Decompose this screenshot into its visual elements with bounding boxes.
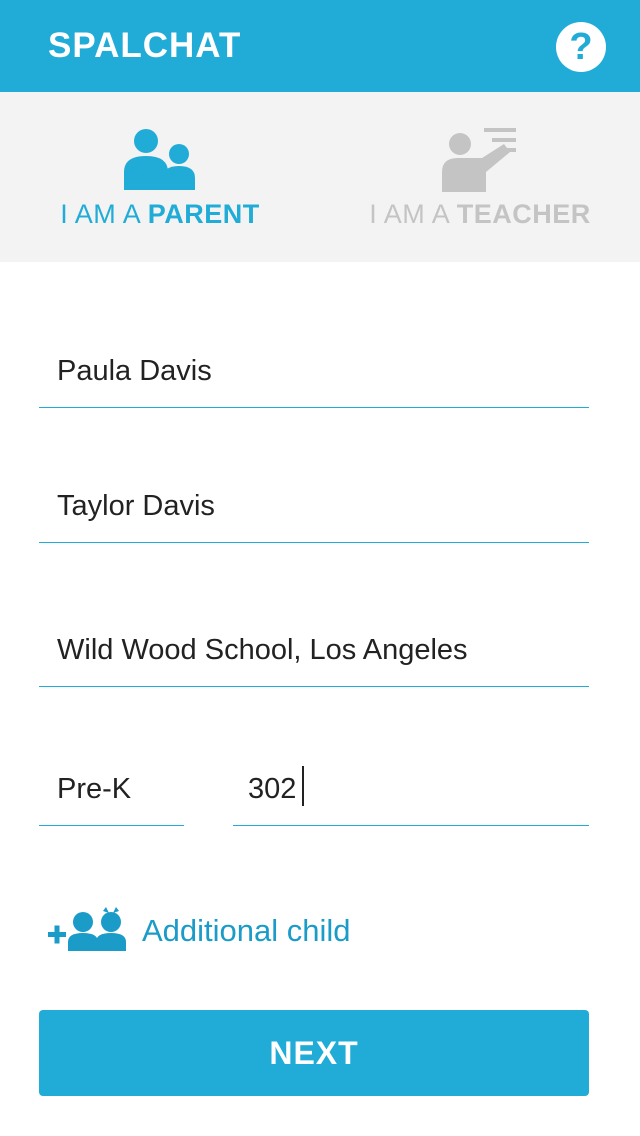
teacher-board-icon (320, 128, 640, 192)
teacher-role-prefix: I AM A (369, 199, 457, 229)
signup-screen: SPALCHAT ? I AM A PARENT I AM A TEACHER … (0, 0, 640, 1136)
parent-name-field[interactable] (57, 353, 585, 389)
next-button[interactable]: NEXT (39, 1010, 589, 1096)
parent-role-label: I AM A PARENT (0, 198, 320, 230)
parent-role-tab[interactable]: I AM A PARENT (0, 92, 320, 262)
app-title: SPALCHAT (48, 26, 242, 65)
teacher-role-tab[interactable]: I AM A TEACHER (320, 92, 640, 262)
teacher-role-bold: TEACHER (456, 199, 591, 229)
parent-role-bold: PARENT (147, 199, 260, 229)
question-circle-icon: ? (569, 26, 593, 68)
child-name-field[interactable] (57, 488, 585, 524)
classroom-field-container (233, 748, 589, 826)
add-children-icon (46, 907, 128, 956)
grade-field-container (39, 748, 184, 826)
school-field[interactable] (57, 632, 585, 668)
additional-child-button[interactable]: Additional child (46, 903, 376, 959)
child-name-field-container (39, 466, 589, 543)
parent-child-icon (0, 128, 320, 192)
school-field-container (39, 606, 589, 687)
additional-child-label: Additional child (142, 913, 351, 948)
teacher-role-label: I AM A TEACHER (320, 198, 640, 230)
classroom-field[interactable] (248, 771, 585, 807)
help-button[interactable]: ? (556, 22, 606, 72)
text-cursor (302, 766, 304, 806)
app-header: SPALCHAT ? (0, 0, 640, 92)
role-selector: I AM A PARENT I AM A TEACHER (0, 92, 640, 262)
parent-name-field-container (39, 330, 589, 408)
grade-field[interactable] (57, 771, 180, 807)
parent-role-prefix: I AM A (60, 199, 148, 229)
